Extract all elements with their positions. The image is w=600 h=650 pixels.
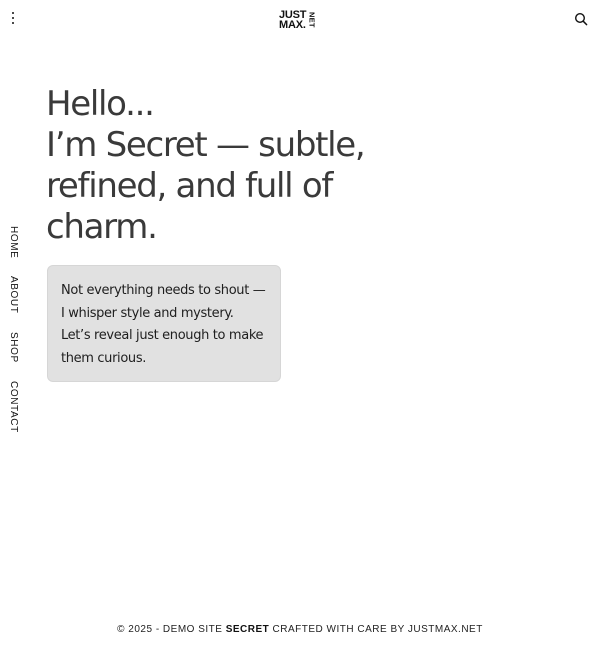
menu-dot — [11, 11, 15, 15]
logo[interactable]: JUST MAX. NET — [279, 8, 317, 32]
search-icon — [574, 12, 588, 26]
intro-line: Let’s reveal just enough to make — [61, 328, 264, 343]
nav-item-home[interactable]: HOME — [8, 226, 19, 258]
intro-line: them curious. — [61, 350, 147, 366]
page: JUST MAX. NET HOME ABOUT SHOP CONTACT He… — [0, 0, 600, 650]
footer: © 2025 - DEMO SITE SECRET CRAFTED WITH C… — [0, 624, 600, 635]
hero-title-line: Hello... — [46, 84, 155, 124]
nav-item-contact[interactable]: CONTACT — [8, 381, 19, 433]
logo-text: JUST MAX. — [279, 9, 307, 31]
footer-suffix: CRAFTED WITH CARE BY JUSTMAX.NET — [269, 624, 483, 635]
logo-suffix: NET — [307, 12, 317, 28]
intro-line: I whisper style and mystery. — [61, 305, 234, 321]
hero-title: Hello... I’m Secret — subtle, refined, a… — [46, 84, 406, 248]
hero-title-line: refined, and full of — [46, 166, 333, 206]
menu-button[interactable] — [6, 9, 20, 27]
logo-line-2: MAX. — [279, 19, 306, 31]
menu-dot — [11, 16, 15, 20]
intro-line: Not everything needs to shout — — [61, 283, 266, 298]
nav-item-shop[interactable]: SHOP — [8, 332, 19, 363]
menu-dot — [11, 21, 15, 25]
hero-title-line: I’m Secret — subtle, — [46, 125, 366, 165]
nav-item-about[interactable]: ABOUT — [8, 276, 19, 313]
hero-title-line: charm. — [46, 207, 158, 247]
side-nav: HOME ABOUT SHOP CONTACT — [8, 226, 22, 450]
intro-card: Not everything needs to shout — I whispe… — [47, 265, 281, 382]
footer-prefix: © 2025 - DEMO SITE — [117, 624, 226, 635]
footer-site-name: SECRET — [225, 624, 270, 635]
header: JUST MAX. NET — [0, 0, 600, 40]
search-button[interactable] — [574, 11, 588, 26]
